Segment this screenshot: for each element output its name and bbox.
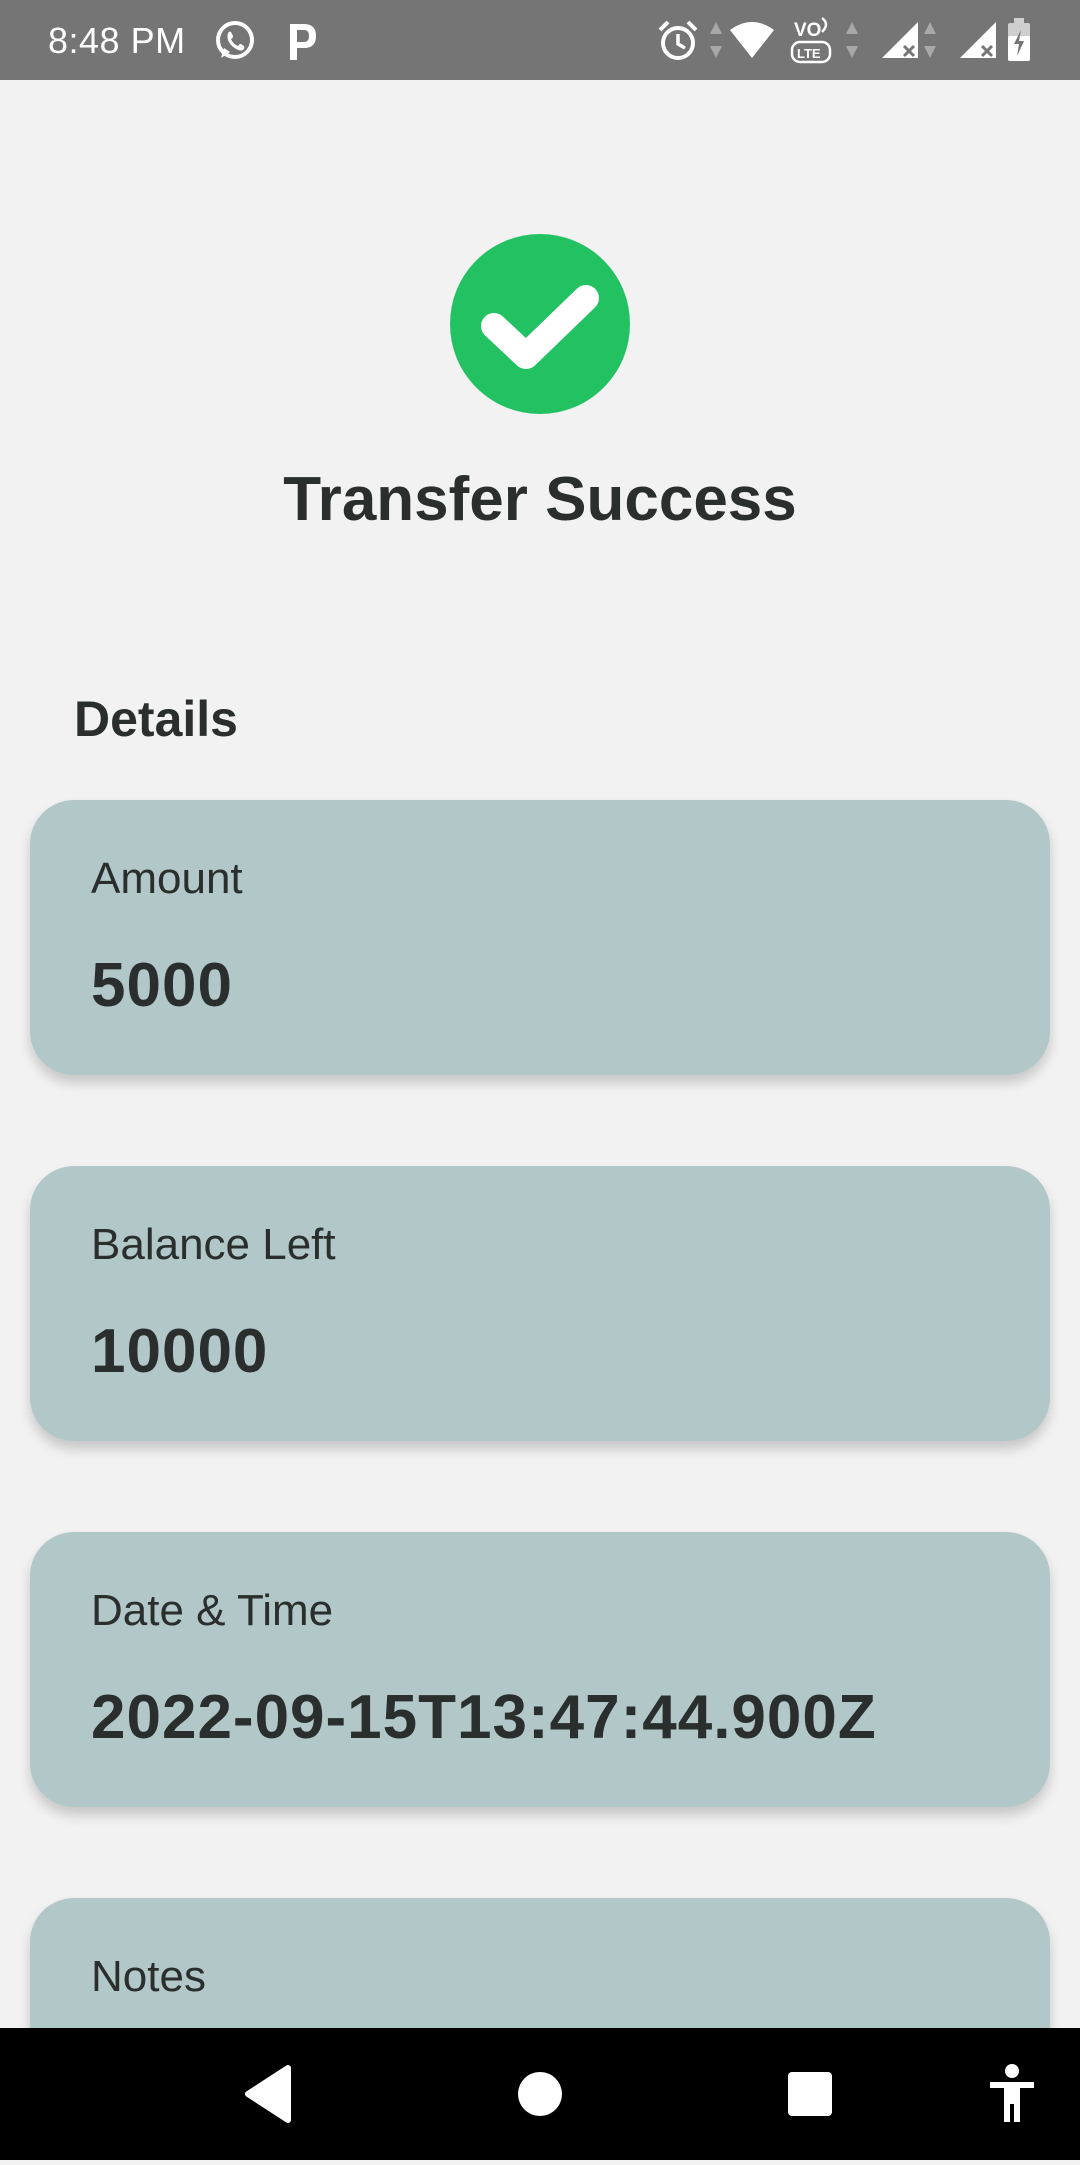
battery-icon <box>1006 16 1032 67</box>
amount-card: Amount 5000 <box>30 800 1050 1075</box>
back-icon <box>245 2065 291 2123</box>
home-icon <box>518 2072 562 2116</box>
navigation-bar <box>0 2028 1080 2160</box>
signal-icon <box>880 20 920 65</box>
details-heading: Details <box>74 691 238 747</box>
card-label: Date & Time <box>91 1586 334 1635</box>
accessibility-icon <box>990 2064 1034 2122</box>
wifi-icon <box>728 20 776 65</box>
svg-text:LTE: LTE <box>797 46 821 61</box>
alarm-icon <box>656 18 700 69</box>
notes-card: Notes <box>30 1898 1050 2028</box>
volte-icon: VO LTE <box>788 14 836 71</box>
status-time: 8:48 PM <box>48 20 186 61</box>
check-circle-icon <box>450 234 630 414</box>
date-time-card: Date & Time 2022-09-15T13:47:44.900Z <box>30 1532 1050 1807</box>
recents-button[interactable] <box>760 2028 860 2160</box>
whatsapp-icon <box>212 18 258 69</box>
svg-text:VO: VO <box>794 20 821 41</box>
data-activity-icon <box>708 20 724 65</box>
data-activity-icon <box>922 20 938 65</box>
recents-icon <box>788 2072 832 2116</box>
card-value: 5000 <box>91 951 233 1020</box>
transfer-success-screen: Transfer Success Details Amount 5000 Bal… <box>0 80 1080 2028</box>
card-label: Amount <box>91 854 243 903</box>
page-title: Transfer Success <box>283 465 797 534</box>
card-value: 2022-09-15T13:47:44.900Z <box>91 1683 877 1752</box>
balance-left-card: Balance Left 10000 <box>30 1166 1050 1441</box>
parking-p-icon <box>284 18 320 69</box>
card-label: Balance Left <box>91 1220 336 1269</box>
back-button[interactable] <box>220 2028 320 2160</box>
accessibility-button[interactable] <box>976 2028 1048 2160</box>
card-value: 10000 <box>91 1317 269 1386</box>
home-button[interactable] <box>490 2028 590 2160</box>
status-bar: 8:48 PM VO LTE <box>0 0 1080 80</box>
signal-icon <box>958 20 998 65</box>
data-activity-icon <box>844 20 860 65</box>
card-label: Notes <box>91 1952 206 2001</box>
